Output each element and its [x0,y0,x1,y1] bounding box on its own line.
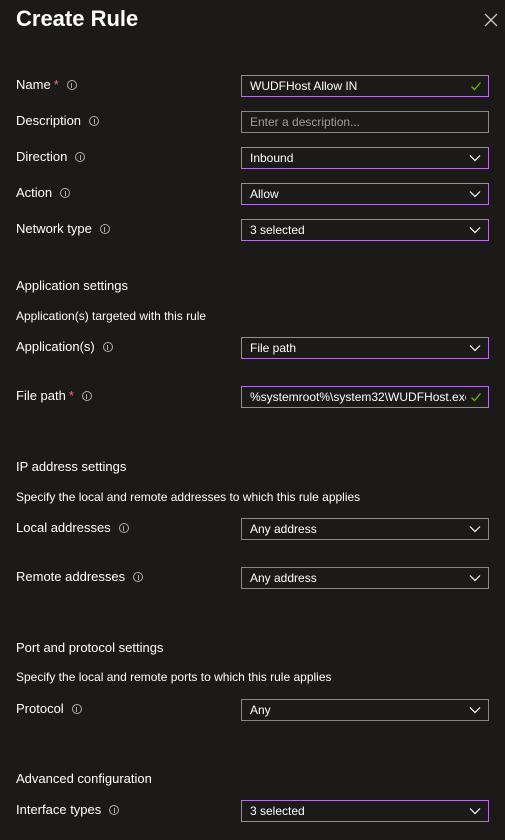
info-icon[interactable] [89,116,100,126]
interface-types-value: 3 selected [250,804,305,818]
ip-settings-heading: IP address settings [16,459,127,474]
action-label: Action [16,182,71,204]
direction-label: Direction [16,146,86,168]
local-addresses-label-text: Local addresses [16,520,111,535]
direction-value: Inbound [250,151,294,165]
description-label: Description [16,110,100,132]
info-icon[interactable] [109,805,120,815]
interface-types-label: Interface types [16,799,120,821]
application-settings-subtitle: Application(s) targeted with this rule [16,309,207,323]
checkmark-icon [471,393,481,402]
info-icon[interactable] [81,391,92,401]
description-placeholder: Enter a description... [250,115,361,129]
file-path-input[interactable]: %systemroot%\system32\WUDFHost.exe [241,386,489,408]
applications-label-text: Application(s) [16,339,95,354]
close-icon[interactable] [482,11,500,29]
direction-dropdown[interactable]: Inbound [241,147,489,169]
port-settings-heading: Port and protocol settings [16,640,164,655]
file-path-label-text: File path [16,388,66,403]
required-marker: * [68,388,74,403]
info-icon[interactable] [66,80,77,90]
applications-value: File path [250,341,297,355]
chevron-down-icon [469,575,481,582]
applications-dropdown[interactable]: File path [241,337,489,359]
local-addresses-label: Local addresses [16,517,129,539]
chevron-down-icon [469,191,481,198]
name-label: Name * [16,74,77,96]
network-type-dropdown[interactable]: 3 selected [241,219,489,241]
network-type-label-text: Network type [16,221,92,236]
info-icon[interactable] [118,523,129,533]
network-type-label: Network type [16,218,110,240]
interface-types-dropdown[interactable]: 3 selected [241,800,489,822]
chevron-down-icon [469,227,481,234]
info-icon[interactable] [99,224,110,234]
protocol-label: Protocol [16,698,82,720]
protocol-dropdown[interactable]: Any [241,699,489,721]
chevron-down-icon [469,526,481,533]
file-path-value: %systemroot%\system32\WUDFHost.exe [250,390,466,404]
info-icon[interactable] [133,572,144,582]
protocol-value: Any [250,703,271,717]
port-settings-subtitle: Specify the local and remote ports to wh… [16,670,332,684]
remote-addresses-value: Any address [250,571,317,585]
name-value: WUDFHost Allow IN [250,79,358,93]
action-dropdown[interactable]: Allow [241,183,489,205]
checkmark-icon [471,82,481,91]
info-icon[interactable] [60,188,71,198]
panel-title: Create Rule [16,6,139,31]
action-value: Allow [250,187,279,201]
local-addresses-value: Any address [250,522,317,536]
chevron-down-icon [469,345,481,352]
protocol-label-text: Protocol [16,701,64,716]
chevron-down-icon [469,808,481,815]
remote-addresses-label: Remote addresses [16,566,144,588]
network-type-value: 3 selected [250,223,305,237]
application-settings-heading: Application settings [16,278,129,293]
chevron-down-icon [469,155,481,162]
file-path-label: File path * [16,385,92,407]
info-icon[interactable] [71,704,82,714]
applications-label: Application(s) [16,336,113,358]
info-icon[interactable] [102,342,113,352]
local-addresses-dropdown[interactable]: Any address [241,518,489,540]
required-marker: * [53,77,59,92]
name-label-text: Name [16,77,51,92]
direction-label-text: Direction [16,149,68,164]
ip-settings-subtitle: Specify the local and remote addresses t… [16,490,361,504]
action-label-text: Action [16,185,53,200]
remote-addresses-label-text: Remote addresses [16,569,126,584]
chevron-down-icon [469,707,481,714]
name-input[interactable]: WUDFHost Allow IN [241,75,489,97]
interface-types-label-text: Interface types [16,802,102,817]
remote-addresses-dropdown[interactable]: Any address [241,567,489,589]
description-input[interactable]: Enter a description... [241,111,489,133]
info-icon[interactable] [75,152,86,162]
description-label-text: Description [16,113,82,128]
advanced-heading: Advanced configuration [16,771,152,786]
